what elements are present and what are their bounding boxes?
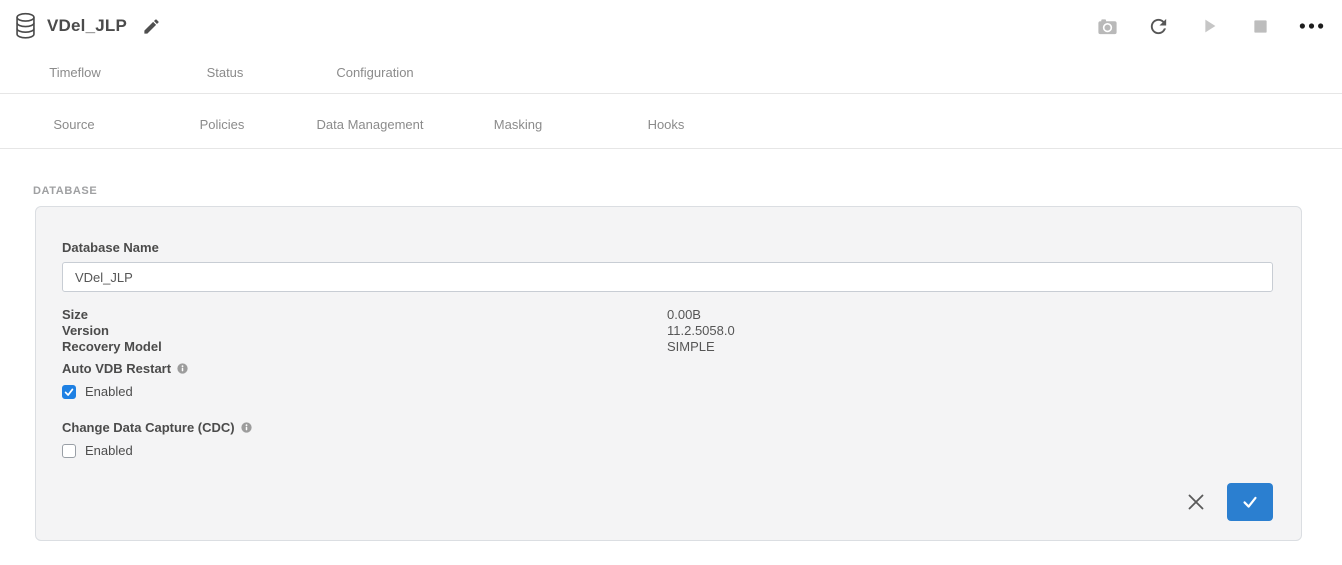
info-icon[interactable] (241, 422, 252, 433)
snapshot-button[interactable] (1094, 13, 1120, 39)
refresh-button[interactable] (1145, 13, 1171, 39)
tab-masking[interactable]: Masking (444, 117, 592, 132)
app-window: VDel_JLP (0, 0, 1342, 565)
auto-vdb-restart-label: Auto VDB Restart (62, 361, 1273, 376)
auto-vdb-restart-row: Enabled (62, 384, 1273, 399)
info-value: 11.2.5058.0 (667, 323, 1273, 339)
database-name-input[interactable] (62, 262, 1273, 292)
header: VDel_JLP (0, 0, 1342, 52)
info-label: Recovery Model (62, 339, 667, 355)
auto-vdb-restart-label-text: Auto VDB Restart (62, 361, 171, 376)
tab-data-management[interactable]: Data Management (296, 117, 444, 132)
primary-tab-bar: Timeflow Status Configuration (0, 52, 1342, 94)
stop-icon (1252, 18, 1269, 35)
refresh-icon (1147, 15, 1170, 38)
tab-hooks[interactable]: Hooks (592, 117, 740, 132)
start-button[interactable] (1196, 13, 1222, 39)
tab-timeflow[interactable]: Timeflow (0, 65, 150, 80)
play-icon (1198, 15, 1220, 37)
database-icon (14, 12, 37, 40)
cdc-label-text: Change Data Capture (CDC) (62, 420, 235, 435)
edit-name-button[interactable] (140, 15, 162, 37)
confirm-button[interactable] (1227, 483, 1273, 521)
tab-status[interactable]: Status (150, 65, 300, 80)
toolbar (1094, 13, 1342, 39)
panel-footer (1185, 483, 1273, 521)
cdc-checkbox[interactable] (62, 444, 76, 458)
tab-configuration[interactable]: Configuration (300, 65, 450, 80)
check-icon (1240, 492, 1260, 512)
stop-button[interactable] (1247, 13, 1273, 39)
more-options-button[interactable] (1298, 13, 1324, 39)
page-title: VDel_JLP (47, 16, 127, 36)
section-title: DATABASE (33, 185, 1342, 197)
info-label: Size (62, 307, 667, 323)
cancel-button[interactable] (1185, 491, 1207, 513)
cdc-label: Change Data Capture (CDC) (62, 420, 1273, 435)
auto-vdb-restart-checkbox-label: Enabled (85, 384, 133, 399)
tab-source[interactable]: Source (0, 117, 148, 132)
info-value: 0.00B (667, 307, 1273, 323)
cdc-row: Enabled (62, 443, 1273, 458)
info-icon[interactable] (177, 363, 188, 374)
database-name-label: Database Name (62, 207, 1273, 255)
info-label: Version (62, 323, 667, 339)
ellipsis-icon (1299, 22, 1324, 30)
info-value: SIMPLE (667, 339, 1273, 355)
auto-vdb-restart-checkbox[interactable] (62, 385, 76, 399)
camera-icon (1096, 15, 1119, 38)
cdc-checkbox-label: Enabled (85, 443, 133, 458)
secondary-tab-bar: Source Policies Data Management Masking … (0, 94, 1342, 149)
database-panel: Database Name Size 0.00B Version 11.2.50… (35, 206, 1302, 541)
close-icon (1186, 492, 1206, 512)
pencil-icon (142, 17, 161, 36)
database-info-list: Size 0.00B Version 11.2.5058.0 Recovery … (62, 307, 1273, 355)
tab-policies[interactable]: Policies (148, 117, 296, 132)
